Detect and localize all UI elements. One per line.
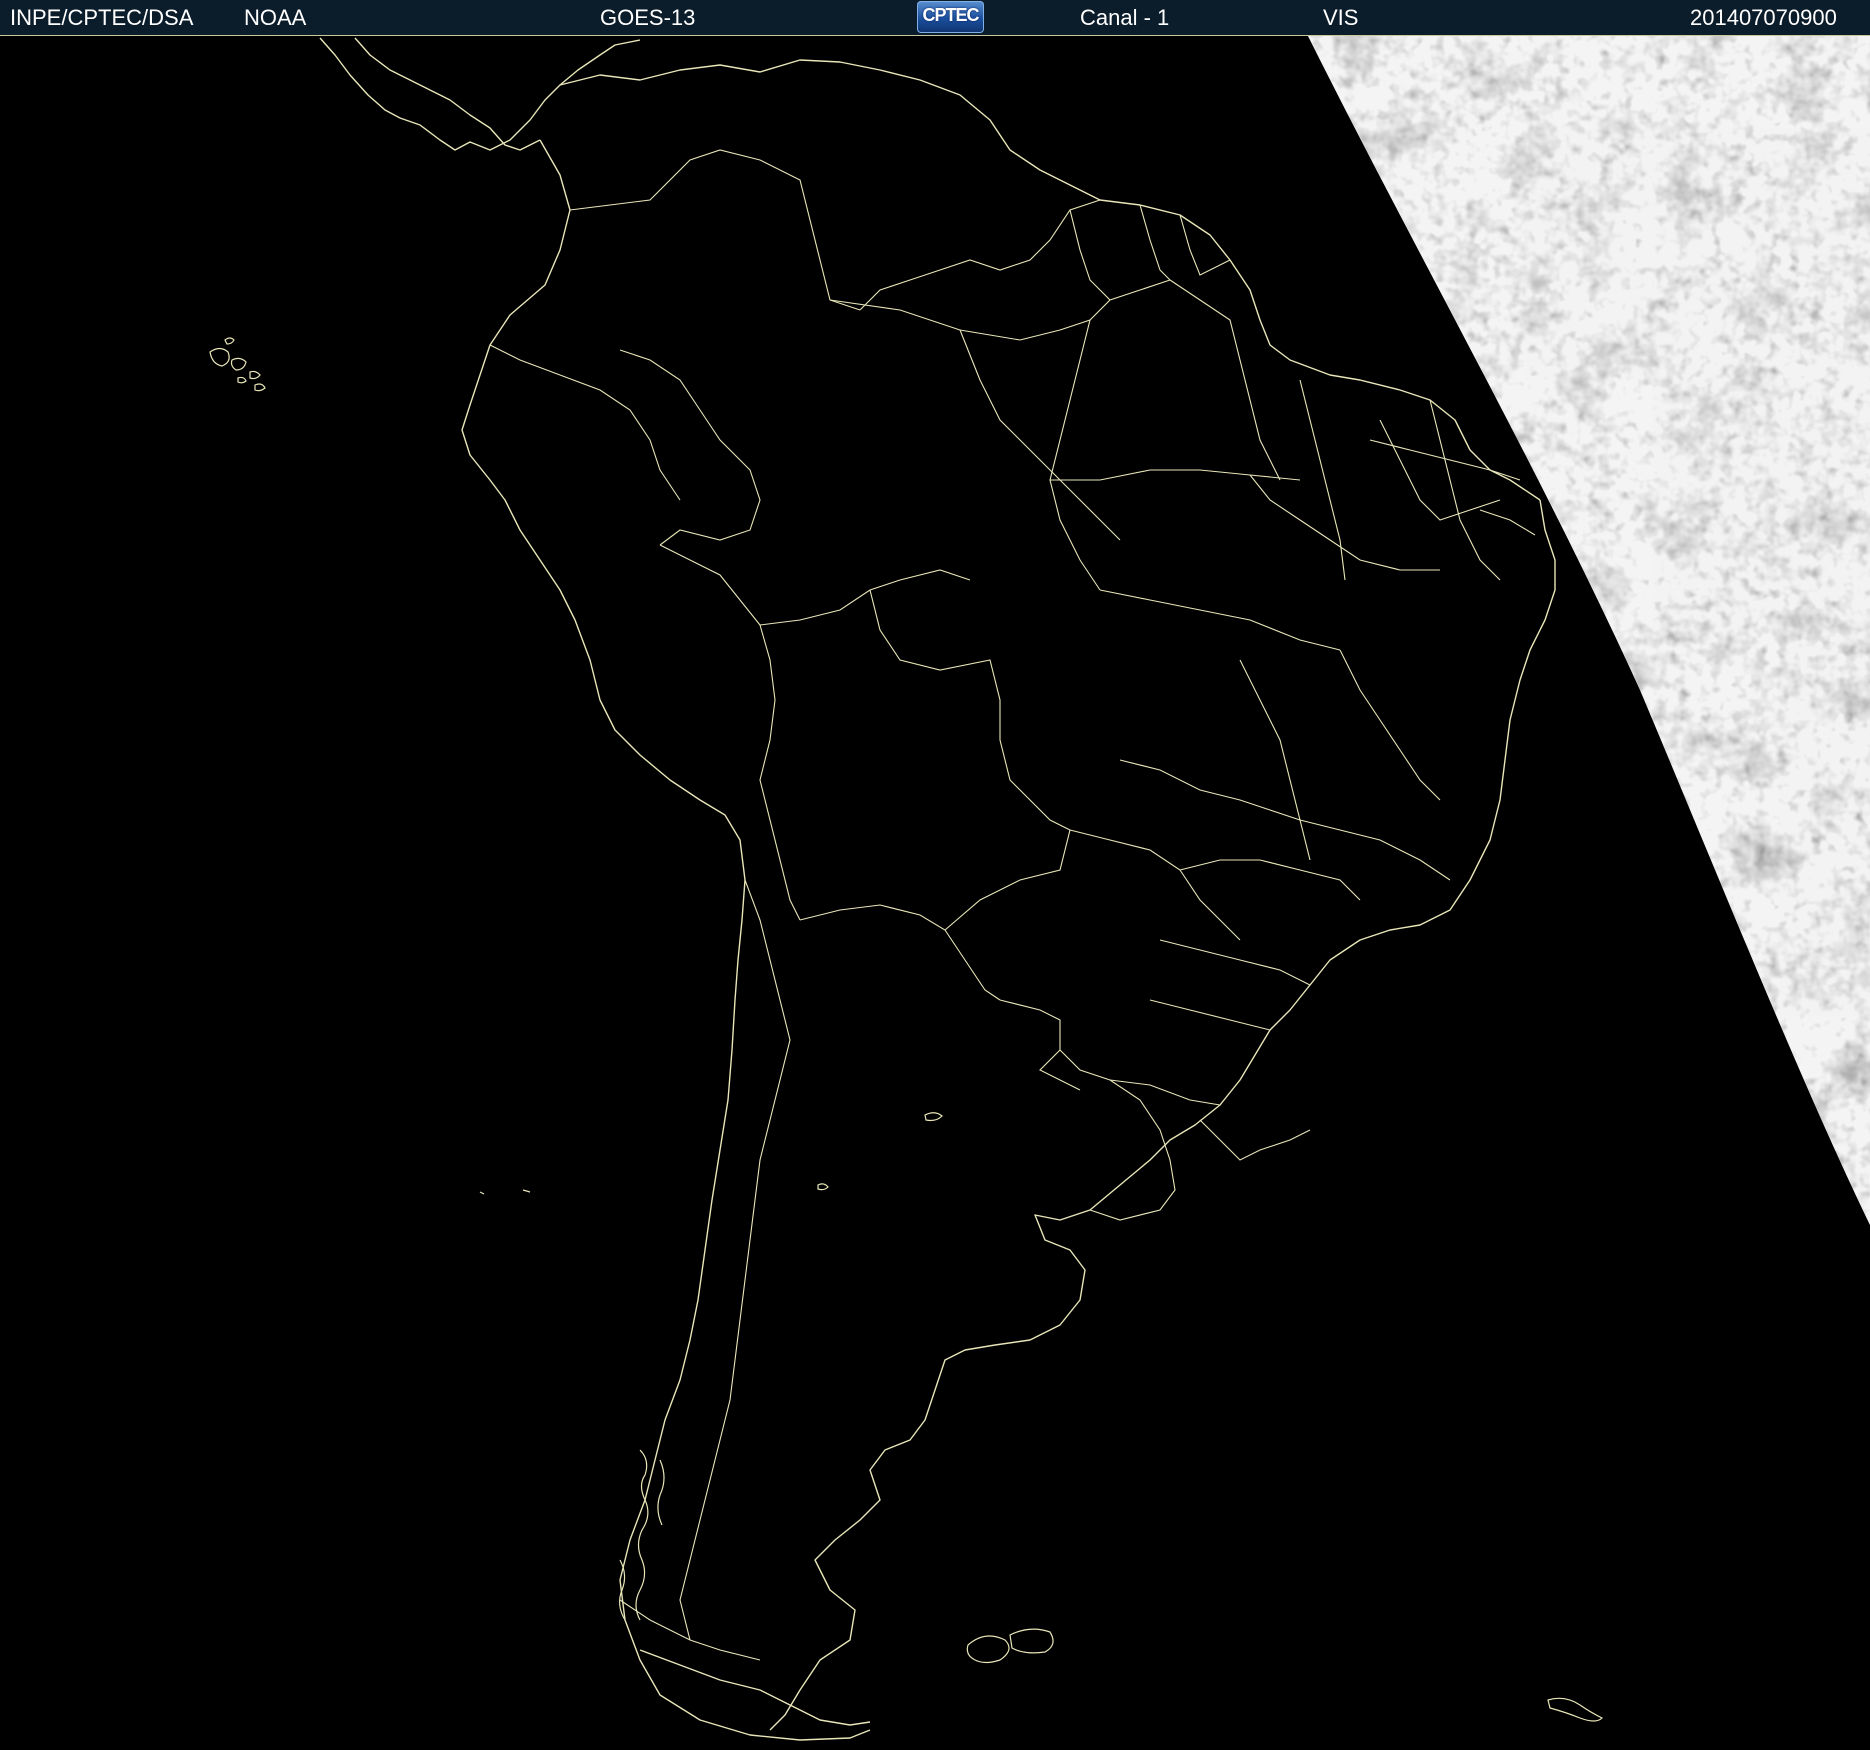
agency-label: NOAA (244, 5, 307, 30)
satellite-map (0, 36, 1870, 1750)
country-borders (319, 37, 1556, 1741)
map-canvas (209, 36, 1870, 1741)
channel-label: Canal - 1 (1080, 5, 1170, 30)
logo-text: CPTEC (922, 5, 979, 25)
header-bar: INPE/CPTEC/DSA NOAA GOES-13 CPTEC Canal … (0, 0, 1870, 36)
cptec-logo: CPTEC (917, 1, 984, 33)
timestamp-label: 201407070900 (1690, 5, 1837, 30)
band-label: VIS (1323, 5, 1359, 30)
satellite-label: GOES-13 (600, 5, 696, 30)
source-label: INPE/CPTEC/DSA (10, 5, 194, 30)
islands (209, 337, 1604, 1722)
cloud-imagery (1308, 36, 1870, 1225)
